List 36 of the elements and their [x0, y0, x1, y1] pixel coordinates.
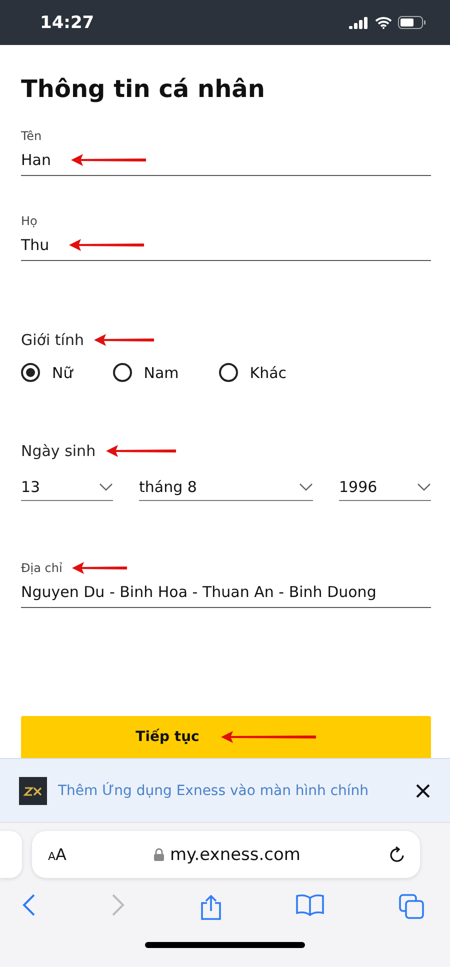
field-label: Giới tính — [21, 331, 84, 349]
signal-icon — [349, 16, 369, 28]
annotation-arrow — [94, 334, 154, 346]
radio-option[interactable]: Nữ — [21, 363, 73, 382]
reload-button[interactable] — [388, 846, 406, 864]
input-field[interactable]: Han — [21, 143, 431, 176]
app-logo — [19, 776, 47, 804]
dropdown[interactable]: tháng 8 — [139, 478, 313, 501]
annotation-arrow — [72, 562, 128, 574]
dropdown[interactable]: 1996 — [339, 478, 431, 501]
field-label: Ngày sinh — [21, 442, 96, 460]
dropdown[interactable]: 13 — [21, 478, 113, 501]
banner-text: Thêm Ứng dụng Exness vào màn hình chính — [58, 782, 370, 798]
chevron-down-icon — [99, 483, 113, 491]
battery-icon — [398, 16, 426, 29]
radio-option[interactable]: Khác — [218, 363, 287, 382]
input-field[interactable]: Nguyen Du - Binh Hoa - Thuan An - Binh Duong — [21, 575, 431, 608]
address-bar[interactable]: AA my.exness.com — [32, 831, 420, 878]
url-text: my.exness.com — [170, 844, 300, 864]
field-label: Họ — [21, 214, 38, 228]
field-label: Địa chỉ — [21, 561, 62, 575]
lock-icon — [154, 848, 164, 861]
chevron-down-icon — [417, 483, 431, 491]
input-field[interactable]: Thu — [21, 228, 431, 261]
status-time: 14:27 — [40, 12, 94, 32]
radio-option[interactable]: Nam — [112, 363, 179, 382]
chevron-down-icon — [299, 483, 313, 491]
tabs-button[interactable] — [399, 894, 424, 920]
wifi-icon — [375, 16, 392, 28]
close-button[interactable] — [416, 784, 430, 798]
text-size-button[interactable]: AA — [48, 845, 66, 864]
share-button[interactable] — [200, 894, 222, 920]
field-label: Tên — [21, 129, 43, 143]
page-title: Thông tin cá nhân — [21, 75, 266, 103]
continue-button[interactable]: Tiếp tục — [21, 716, 431, 758]
annotation-arrow — [106, 445, 176, 457]
